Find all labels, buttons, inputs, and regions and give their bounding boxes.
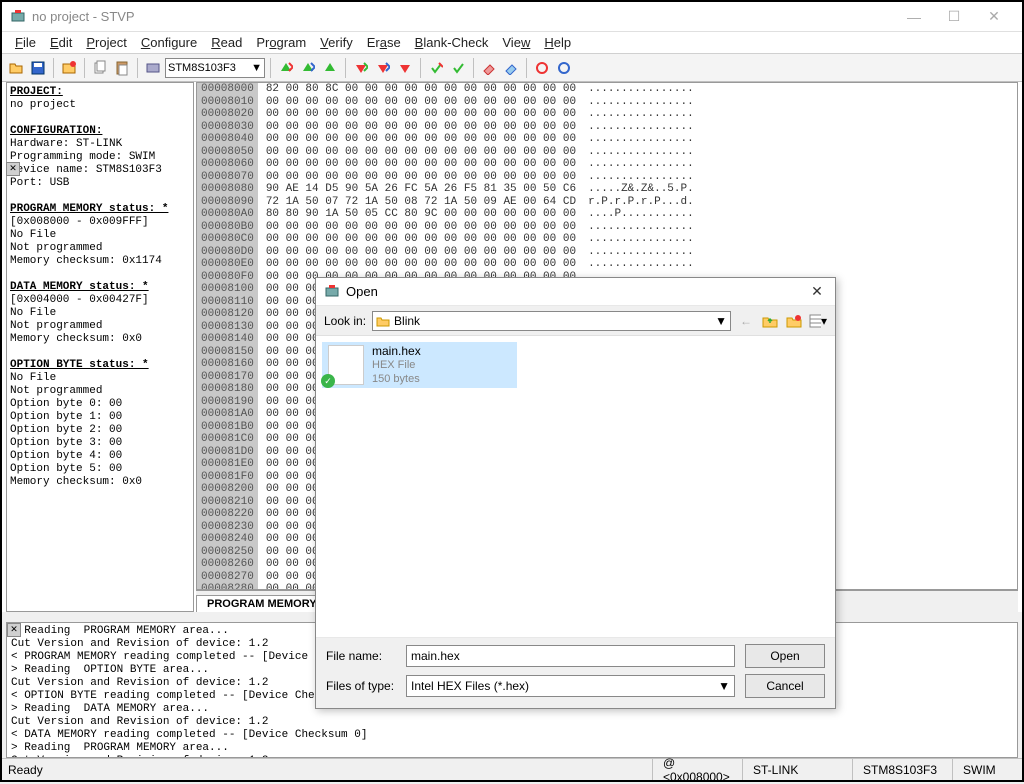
minimize-button[interactable]: — (894, 9, 934, 25)
chevron-down-icon: ▼ (715, 314, 727, 328)
menu-file[interactable]: File (8, 35, 43, 50)
back-icon[interactable]: ← (737, 312, 755, 330)
file-type: HEX File (372, 358, 421, 372)
erase-all-icon[interactable] (501, 58, 521, 78)
open-dialog: Open ✕ Look in: Blink ▼ ← ▾ ✓ main.hex H… (315, 277, 836, 709)
filetype-select[interactable]: Intel HEX Files (*.hex) ▼ (406, 675, 735, 697)
menu-help[interactable]: Help (537, 35, 578, 50)
close-panel-icon[interactable]: ✕ (6, 162, 20, 176)
read-tab-icon[interactable] (276, 58, 296, 78)
filetype-value: Intel HEX Files (*.hex) (411, 679, 529, 693)
menu-blank[interactable]: Blank-Check (408, 35, 496, 50)
status-ready: Ready (2, 759, 652, 780)
close-log-icon[interactable]: ✕ (7, 623, 21, 637)
dialog-app-icon (324, 284, 340, 300)
open-icon[interactable] (6, 58, 26, 78)
program-tab-icon[interactable] (351, 58, 371, 78)
menu-verify[interactable]: Verify (313, 35, 360, 50)
window-titlebar: no project - STVP — ☐ ✕ (2, 2, 1022, 32)
verify-all-icon[interactable] (448, 58, 468, 78)
folder-icon (376, 315, 390, 327)
menu-erase[interactable]: Erase (360, 35, 408, 50)
open-button[interactable]: Open (745, 644, 825, 668)
device-select-value: STM8S103F3 (168, 62, 236, 74)
close-button[interactable]: ✕ (974, 8, 1014, 25)
tab-program-memory[interactable]: PROGRAM MEMORY (196, 595, 328, 612)
statusbar: Ready @ <0x008000> ST-LINK STM8S103F3 SW… (2, 758, 1022, 780)
configure-icon[interactable] (143, 58, 163, 78)
program-all-icon[interactable] (373, 58, 393, 78)
menu-program[interactable]: Program (249, 35, 313, 50)
selected-check-icon: ✓ (321, 374, 335, 388)
erase-tab-icon[interactable] (479, 58, 499, 78)
copy-icon[interactable] (90, 58, 110, 78)
new-folder-icon[interactable] (785, 312, 803, 330)
program-addr-icon[interactable] (395, 58, 415, 78)
maximize-button[interactable]: ☐ (934, 8, 974, 25)
read-all-icon[interactable] (298, 58, 318, 78)
chevron-down-icon: ▼ (718, 679, 730, 693)
dialog-close-icon[interactable]: ✕ (807, 283, 827, 300)
view-menu-icon[interactable]: ▾ (809, 312, 827, 330)
status-mode: SWIM (952, 759, 1022, 780)
project-icon[interactable] (59, 58, 79, 78)
save-icon[interactable] (28, 58, 48, 78)
menu-project[interactable]: Project (79, 35, 133, 50)
verify-tab-icon[interactable] (426, 58, 446, 78)
lookin-label: Look in: (324, 314, 366, 328)
menu-configure[interactable]: Configure (134, 35, 204, 50)
app-icon (10, 9, 26, 25)
menu-view[interactable]: View (495, 35, 537, 50)
filetype-label: Files of type: (326, 679, 396, 693)
menu-read[interactable]: Read (204, 35, 249, 50)
status-address: @ <0x008000> (652, 759, 742, 780)
window-title: no project - STVP (32, 9, 894, 24)
file-name: main.hex (372, 344, 421, 358)
menu-edit[interactable]: Edit (43, 35, 79, 50)
up-folder-icon[interactable] (761, 312, 779, 330)
read-addr-icon[interactable] (320, 58, 340, 78)
dialog-title: Open (346, 284, 807, 299)
lookin-value: Blink (394, 314, 711, 328)
file-item-main-hex[interactable]: ✓ main.hex HEX File 150 bytes (322, 342, 517, 388)
lookin-select[interactable]: Blink ▼ (372, 311, 731, 331)
file-size: 150 bytes (372, 372, 421, 386)
menubar: File Edit Project Configure Read Program… (2, 32, 1022, 54)
file-list[interactable]: ✓ main.hex HEX File 150 bytes (316, 336, 835, 637)
blank-tab-icon[interactable] (532, 58, 552, 78)
project-info-panel: ✕PROJECT: no project CONFIGURATION: Hard… (6, 82, 194, 612)
status-device: STM8S103F3 (852, 759, 952, 780)
status-hardware: ST-LINK (742, 759, 852, 780)
paste-icon[interactable] (112, 58, 132, 78)
toolbar: STM8S103F3 ▼ (2, 54, 1022, 82)
file-thumb-icon: ✓ (328, 345, 364, 385)
blank-all-icon[interactable] (554, 58, 574, 78)
filename-label: File name: (326, 649, 396, 663)
cancel-button[interactable]: Cancel (745, 674, 825, 698)
device-select[interactable]: STM8S103F3 ▼ (165, 58, 265, 78)
chevron-down-icon: ▼ (251, 62, 262, 74)
filename-input[interactable] (406, 645, 735, 667)
